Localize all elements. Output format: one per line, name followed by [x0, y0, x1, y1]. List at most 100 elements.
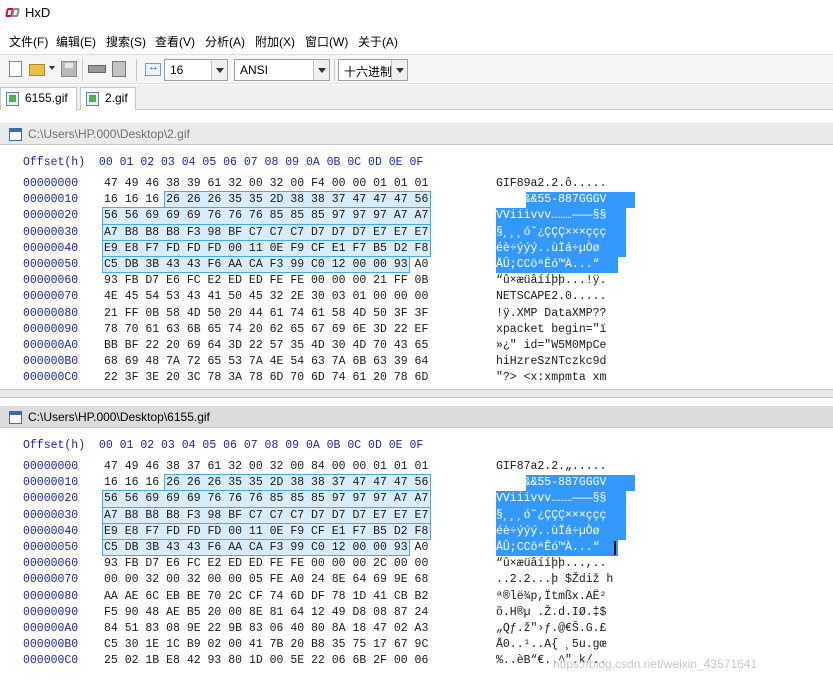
menu-analysis[interactable]: 分析(A): [205, 33, 245, 50]
menu-extras[interactable]: 附加(X): [255, 33, 295, 50]
menu-view[interactable]: 查看(V): [155, 33, 195, 50]
column-header: Offset(h) 00 01 02 03 04 05 06 07 08 09 …: [23, 156, 424, 169]
split-divider[interactable]: [0, 389, 833, 398]
menu-search[interactable]: 搜索(S): [106, 33, 146, 50]
open-ram-icon[interactable]: [88, 60, 106, 78]
row-text[interactable]: VViiivvv………———§§: [496, 491, 606, 507]
row-bytes[interactable]: AA AE 6C EB BE 70 2C CF 74 6D DF 78 1D 4…: [104, 589, 428, 605]
row-text[interactable]: §¸¸¸ó˜¿ÇÇÇ×××ççç: [496, 508, 606, 524]
open-file-icon[interactable]: [28, 60, 46, 78]
row-bytes[interactable]: 22 3F 3E 20 3C 78 3A 78 6D 70 6D 74 61 2…: [104, 370, 428, 386]
panel-header[interactable]: C:\Users\HP.000\Desktop\6155.gif: [0, 406, 833, 428]
row-text[interactable]: éè÷ýýý..ùÏá÷µÒø: [496, 241, 600, 257]
panel-header[interactable]: C:\Users\HP.000\Desktop\2.gif: [0, 123, 833, 145]
row-bytes[interactable]: C5 DB 3B 43 43 F6 AA CA F3 99 C0 12 00 0…: [104, 257, 428, 273]
row-text[interactable]: õ.H®µ .Ž.d.IØ.‡$: [496, 605, 606, 621]
row-text[interactable]: ...&&&55-887GGGV: [496, 475, 606, 491]
open-disk-icon[interactable]: [110, 60, 128, 78]
bytes-per-row-icon: [145, 61, 161, 76]
row-bytes[interactable]: 16 16 16 26 26 26 35 35 2D 38 38 37 47 4…: [104, 475, 428, 491]
column-header: Offset(h) 00 01 02 03 04 05 06 07 08 09 …: [23, 439, 424, 452]
chevron-down-icon[interactable]: [211, 60, 227, 80]
offset-base-select[interactable]: 十六进制: [338, 59, 408, 81]
menu-window[interactable]: 窗口(W): [305, 33, 348, 50]
row-text[interactable]: Å0..¹..A{ ¸5u.gœ: [496, 637, 606, 653]
row-bytes[interactable]: 84 51 83 08 9E 22 9B 83 06 40 80 8A 18 4…: [104, 621, 428, 637]
file-path: C:\Users\HP.000\Desktop\2.gif: [28, 127, 190, 141]
tab-label: 6155.gif: [25, 91, 68, 105]
row-bytes[interactable]: A7 B8 B8 B8 F3 98 BF C7 C7 C7 D7 D7 D7 E…: [104, 225, 428, 241]
row-text[interactable]: éè÷ýýý..ùÏá÷µÒø: [496, 524, 600, 540]
row-bytes[interactable]: 47 49 46 38 37 61 32 00 32 00 84 00 00 0…: [104, 459, 428, 475]
open-dropdown-icon[interactable]: [49, 66, 55, 70]
row-text[interactable]: !ÿ.XMP DataXMP??: [496, 306, 606, 322]
row-bytes[interactable]: 4E 45 54 53 43 41 50 45 32 2E 30 03 01 0…: [104, 289, 428, 305]
row-offset: 00000010: [23, 476, 79, 490]
row-text[interactable]: "?> <x:xmpmta xm: [496, 370, 606, 386]
row-bytes[interactable]: 25 02 1B E8 42 93 80 1D 00 5E 22 06 6B 2…: [104, 653, 428, 669]
menu-edit[interactable]: 编辑(E): [56, 33, 96, 50]
row-text[interactable]: §¸¸¸ó˜¿ÇÇÇ×××ççç: [496, 225, 606, 241]
row-bytes[interactable]: 56 56 69 69 69 76 76 76 85 85 85 97 97 9…: [104, 491, 428, 507]
row-offset: 00000060: [23, 274, 79, 288]
row-text[interactable]: GIF89a2.2.ô.....: [496, 176, 606, 192]
row-bytes[interactable]: 68 69 48 7A 72 65 53 7A 4E 54 63 7A 6B 6…: [104, 354, 428, 370]
row-bytes[interactable]: C5 DB 3B 43 43 F6 AA CA F3 99 C0 12 00 0…: [104, 540, 428, 556]
menu-file[interactable]: 文件(F): [9, 33, 48, 50]
file-path: C:\Users\HP.000\Desktop\6155.gif: [28, 410, 210, 424]
new-file-icon[interactable]: [6, 60, 24, 78]
chevron-down-icon[interactable]: [313, 60, 329, 80]
toolbar: 16 ANSI 十六进制: [0, 54, 833, 84]
row-text[interactable]: ..2.2...þ $Ždiž h: [496, 572, 613, 588]
row-text[interactable]: ...&&&55-887GGGV: [496, 192, 606, 208]
row-text[interactable]: ª®lë¾p,Ïtmßx.AË²: [496, 589, 606, 605]
row-bytes[interactable]: 56 56 69 69 69 76 76 76 85 85 85 97 97 9…: [104, 208, 428, 224]
row-bytes[interactable]: E9 E8 F7 FD FD FD 00 11 0E F9 CF E1 F7 B…: [104, 524, 428, 540]
row-bytes[interactable]: 00 00 32 00 32 00 00 05 FE A0 24 8E 64 6…: [104, 572, 428, 588]
hex-editor-panel-2-gif: C:\Users\HP.000\Desktop\2.gif Offset(h) …: [0, 123, 833, 389]
menu-about[interactable]: 关于(A): [358, 33, 398, 50]
row-offset: 00000040: [23, 524, 79, 538]
file-tabs: 6155.gif 2.gif: [0, 85, 833, 110]
tab-2-gif[interactable]: 2.gif: [80, 87, 136, 110]
offset-base-value: 十六进制: [344, 65, 393, 79]
bytes-per-row-select[interactable]: 16: [164, 59, 228, 81]
tab-label: 2.gif: [105, 91, 128, 105]
row-bytes[interactable]: A7 B8 B8 B8 F3 98 BF C7 C7 C7 D7 D7 D7 E…: [104, 508, 428, 524]
row-offset: 00000080: [23, 589, 79, 603]
menu-bar: 文件(F) 编辑(E) 搜索(S) 查看(V) 分析(A) 附加(X) 窗口(W…: [0, 30, 833, 52]
hxd-logo-icon: [5, 6, 20, 20]
window-title: HxD: [25, 5, 51, 20]
row-bytes[interactable]: 78 70 61 63 6B 65 74 20 62 65 67 69 6E 3…: [104, 322, 428, 338]
row-bytes[interactable]: 21 FF 0B 58 4D 50 20 44 61 74 61 58 4D 5…: [104, 306, 428, 322]
row-bytes[interactable]: 93 FB D7 E6 FC E2 ED ED FE FE 00 00 00 2…: [104, 556, 428, 572]
row-text[interactable]: GIF87a2.2.„.....: [496, 459, 606, 475]
row-offset: 000000C0: [23, 654, 79, 668]
row-offset: 000000A0: [23, 339, 79, 352]
row-text[interactable]: “û×æüâííþþ...,..: [496, 556, 606, 572]
save-icon[interactable]: [60, 60, 78, 78]
row-text[interactable]: “û×æüâííþþ...!ÿ.: [496, 273, 606, 289]
row-text[interactable]: VViiivvv………———§§: [496, 208, 606, 224]
chevron-down-icon[interactable]: [391, 60, 407, 80]
row-bytes[interactable]: 47 49 46 38 39 61 32 00 32 00 F4 00 00 0…: [104, 176, 428, 192]
row-text[interactable]: ÅÛ;CCöªÊó™À...“: [496, 540, 606, 556]
tab-6155-gif[interactable]: 6155.gif: [0, 87, 77, 110]
row-text[interactable]: NETSCAPE2.0.....: [496, 289, 606, 305]
row-text[interactable]: hiHzreSzNTczkc9d: [496, 354, 606, 370]
row-bytes[interactable]: F5 90 48 AE B5 20 00 8E 81 64 12 49 D8 0…: [104, 605, 428, 621]
row-bytes[interactable]: 93 FB D7 E6 FC E2 ED ED FE FE 00 00 00 2…: [104, 273, 428, 289]
charset-select[interactable]: ANSI: [234, 59, 330, 81]
row-bytes[interactable]: BB BF 22 20 69 64 3D 22 57 35 4D 30 4D 7…: [104, 338, 428, 354]
row-text[interactable]: ÅÛ;CCöªÊó™À...“: [496, 257, 606, 273]
row-text[interactable]: »¿" id="W5M0MpCe: [496, 338, 606, 354]
row-text[interactable]: „Qƒ.ž"›ƒ.@€Š.G.£: [496, 621, 606, 637]
hex-editor-panel-6155-gif: C:\Users\HP.000\Desktop\6155.gif Offset(…: [0, 406, 833, 672]
row-bytes[interactable]: E9 E8 F7 FD FD FD 00 11 0E F9 CF E1 F7 B…: [104, 241, 428, 257]
row-offset: 00000030: [23, 508, 79, 522]
row-text[interactable]: xpacket begin="ï: [496, 322, 606, 338]
row-bytes[interactable]: C5 30 1E 1C B9 02 00 41 7B 20 B8 35 75 1…: [104, 637, 428, 653]
bytes-per-row-value: 16: [170, 63, 184, 77]
row-bytes[interactable]: 16 16 16 26 26 26 35 35 2D 38 38 37 47 4…: [104, 192, 428, 208]
row-offset: 00000050: [23, 541, 79, 554]
